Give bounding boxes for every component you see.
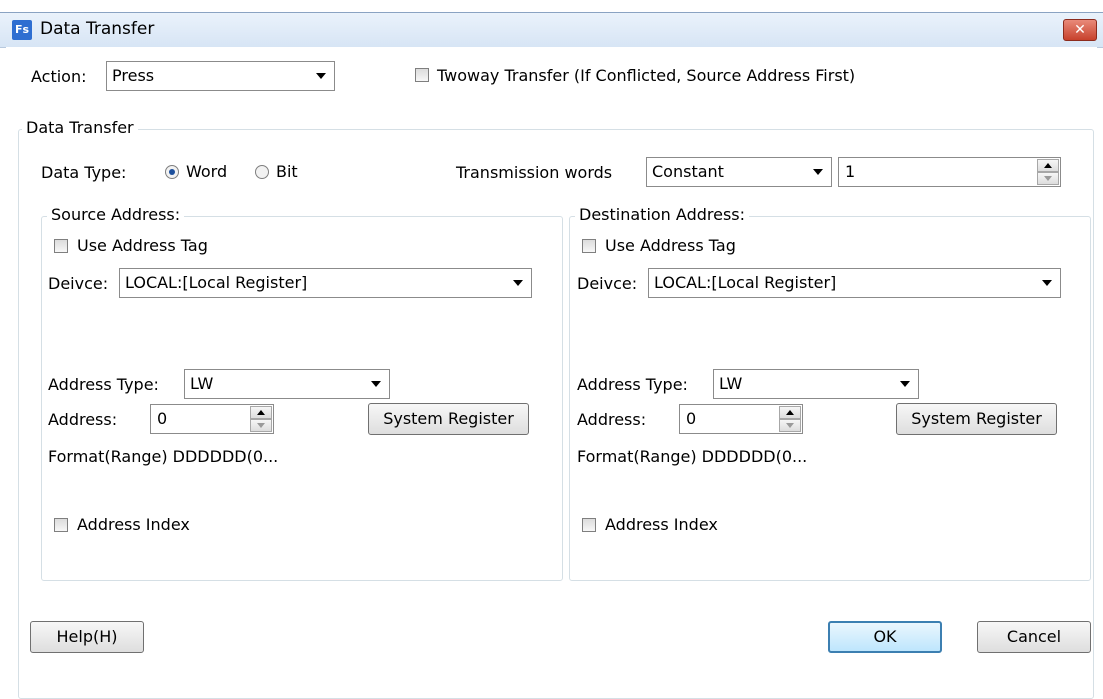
destination-address-index-label[interactable]: Address Index	[605, 515, 718, 534]
radio-word[interactable]	[165, 165, 179, 179]
chevron-down-icon	[900, 381, 910, 387]
transmission-mode-combo[interactable]: Constant	[646, 157, 832, 187]
radio-bit[interactable]	[255, 165, 269, 179]
destination-address-value: 0	[686, 409, 697, 428]
dialog-body: Action: Press Twoway Transfer (If Confli…	[6, 47, 1097, 699]
radio-word-label[interactable]: Word	[186, 162, 227, 181]
chevron-down-icon	[813, 169, 823, 175]
destination-address-type-label: Address Type:	[577, 375, 688, 394]
transmission-words-value: 1	[845, 162, 856, 181]
spin-up-icon[interactable]	[779, 406, 801, 419]
transmission-words-label: Transmission words	[456, 163, 613, 182]
spin-up-icon[interactable]	[250, 406, 272, 419]
source-system-register-button[interactable]: System Register	[368, 403, 529, 435]
help-button[interactable]: Help(H)	[30, 621, 144, 653]
transmission-words-spinner[interactable]: 1	[838, 157, 1061, 187]
source-address-spinner[interactable]: 0	[150, 404, 274, 434]
source-use-tag-checkbox[interactable]	[54, 239, 68, 253]
transmission-mode-value: Constant	[652, 162, 724, 181]
source-format-text: Format(Range) DDDDDD(0...	[48, 447, 279, 466]
destination-address-type-value: LW	[719, 374, 743, 393]
destination-device-combo[interactable]: LOCAL:[Local Register]	[648, 268, 1061, 298]
source-address-index-checkbox[interactable]	[54, 518, 68, 532]
data-type-label: Data Type:	[41, 163, 127, 182]
window-title: Data Transfer	[40, 19, 155, 39]
destination-address-legend: Destination Address:	[575, 205, 750, 224]
radio-bit-label[interactable]: Bit	[276, 162, 298, 181]
destination-use-tag-checkbox[interactable]	[582, 239, 596, 253]
spin-down-icon[interactable]	[779, 419, 801, 432]
spin-up-icon[interactable]	[1037, 159, 1059, 172]
source-address-type-value: LW	[190, 374, 214, 393]
destination-format-text: Format(Range) DDDDDD(0...	[577, 447, 808, 466]
chevron-down-icon	[316, 73, 326, 79]
source-address-value: 0	[157, 409, 168, 428]
twoway-checkbox[interactable]	[415, 68, 429, 82]
source-address-type-label: Address Type:	[48, 375, 159, 394]
spin-down-icon[interactable]	[250, 419, 272, 432]
chevron-down-icon	[1042, 280, 1052, 286]
title-bar: Fs Data Transfer ✕	[0, 12, 1103, 48]
chevron-down-icon	[371, 381, 381, 387]
destination-device-value: LOCAL:[Local Register]	[654, 273, 837, 292]
close-button[interactable]: ✕	[1063, 19, 1097, 41]
ok-button[interactable]: OK	[828, 621, 942, 653]
source-device-combo[interactable]: LOCAL:[Local Register]	[119, 268, 532, 298]
source-use-tag-label[interactable]: Use Address Tag	[77, 236, 208, 255]
spin-down-icon[interactable]	[1037, 172, 1059, 185]
cancel-button[interactable]: Cancel	[977, 621, 1091, 653]
data-transfer-legend: Data Transfer	[22, 118, 138, 137]
destination-address-spinner[interactable]: 0	[679, 404, 803, 434]
source-address-label: Address:	[48, 410, 118, 429]
destination-system-register-button[interactable]: System Register	[896, 403, 1057, 435]
chevron-down-icon	[513, 280, 523, 286]
app-icon: Fs	[12, 20, 32, 40]
source-address-type-combo[interactable]: LW	[184, 369, 390, 399]
destination-address-label: Address:	[577, 410, 647, 429]
source-address-legend: Source Address:	[47, 205, 185, 224]
source-device-value: LOCAL:[Local Register]	[125, 273, 308, 292]
destination-address-type-combo[interactable]: LW	[713, 369, 919, 399]
source-device-label: Deivce:	[48, 274, 109, 293]
twoway-label[interactable]: Twoway Transfer (If Conflicted, Source A…	[437, 66, 855, 85]
action-combo-value: Press	[112, 66, 155, 85]
action-label: Action:	[31, 67, 87, 86]
destination-address-index-checkbox[interactable]	[582, 518, 596, 532]
action-combo[interactable]: Press	[106, 61, 335, 91]
destination-device-label: Deivce:	[577, 274, 638, 293]
source-address-index-label[interactable]: Address Index	[77, 515, 190, 534]
destination-use-tag-label[interactable]: Use Address Tag	[605, 236, 736, 255]
